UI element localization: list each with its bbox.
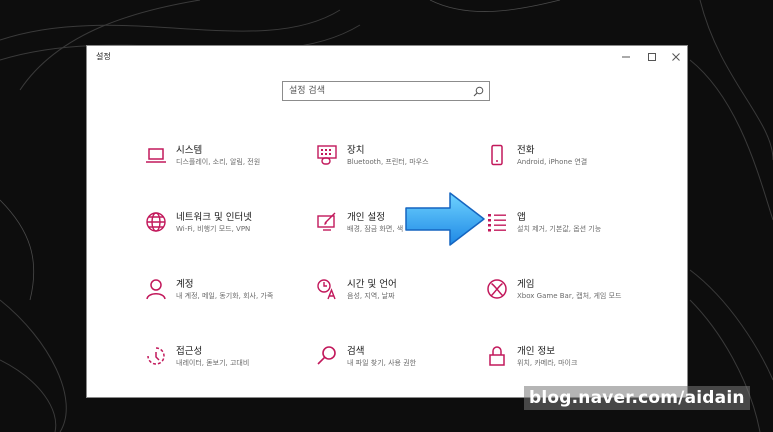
minimize-button[interactable] xyxy=(613,48,639,65)
tile-title: 시간 및 언어 xyxy=(347,279,397,290)
maximize-button[interactable] xyxy=(639,48,665,65)
search-magnifier-icon xyxy=(317,346,336,365)
tile-title: 전화 xyxy=(517,145,535,156)
tile-title: 시스템 xyxy=(176,145,203,156)
tile-accessibility[interactable]: 접근성 내레이터, 돋보기, 고대비 xyxy=(145,343,315,391)
tile-description: 위치, 카메라, 마이크 xyxy=(517,359,578,367)
tile-title: 개인 설정 xyxy=(347,212,385,223)
tile-search[interactable]: 검색 내 파일 찾기, 사용 권한 xyxy=(316,343,486,391)
watermark: blog.naver.com/aidain xyxy=(524,386,750,410)
tile-title: 검색 xyxy=(347,346,365,357)
tile-description: 디스플레이, 소리, 알림, 전원 xyxy=(176,158,261,166)
phone-icon xyxy=(491,144,503,166)
blue-arrow-icon xyxy=(405,192,485,246)
personalization-icon xyxy=(317,212,336,231)
tile-description: 설치 제거, 기본값, 옵션 기능 xyxy=(517,225,602,233)
tile-system[interactable]: 시스템 디스플레이, 소리, 알림, 전원 xyxy=(145,142,315,190)
search-icon xyxy=(473,86,484,97)
tile-accounts[interactable]: 계정 내 계정, 메일, 동기화, 회사, 가족 xyxy=(145,276,315,324)
minimize-icon xyxy=(622,56,630,57)
tile-title: 접근성 xyxy=(176,346,203,357)
xbox-icon xyxy=(487,279,507,299)
globe-icon xyxy=(146,212,166,232)
tile-description: Wi-Fi, 비행기 모드, VPN xyxy=(176,225,251,233)
tile-privacy[interactable]: 개인 정보 위치, 카메라, 마이크 xyxy=(486,343,656,391)
tile-description: Xbox Game Bar, 캡처, 게임 모드 xyxy=(517,292,622,300)
lock-icon xyxy=(489,346,505,366)
tile-gaming[interactable]: 게임 Xbox Game Bar, 캡처, 게임 모드 xyxy=(486,276,656,324)
search-box[interactable] xyxy=(282,81,490,101)
tile-description: 내 파일 찾기, 사용 권한 xyxy=(347,359,417,367)
tile-phone[interactable]: 전화 Android, iPhone 연결 xyxy=(486,142,656,190)
laptop-icon xyxy=(146,148,166,163)
tile-description: 내 계정, 메일, 동기화, 회사, 가족 xyxy=(176,292,274,300)
tile-description: 내레이터, 돋보기, 고대비 xyxy=(176,359,250,367)
close-icon xyxy=(672,52,680,61)
tile-title: 개인 정보 xyxy=(517,346,555,357)
tile-description: Bluetooth, 프린터, 마우스 xyxy=(347,158,429,166)
close-button[interactable] xyxy=(663,48,687,65)
title-bar: 설정 xyxy=(87,46,687,68)
maximize-icon xyxy=(648,52,656,61)
ease-of-access-icon xyxy=(147,347,165,365)
tile-apps[interactable]: 앱 설치 제거, 기본값, 옵션 기능 xyxy=(486,209,656,257)
tile-title: 네트워크 및 인터넷 xyxy=(176,212,252,223)
tile-title: 게임 xyxy=(517,279,535,290)
settings-window: 설정 시스템 디스플레이, 소리, 알림, 전원 장치 Bluetooth, 프 xyxy=(86,45,688,398)
tile-devices[interactable]: 장치 Bluetooth, 프린터, 마우스 xyxy=(316,142,486,190)
search-input[interactable] xyxy=(289,84,469,98)
tile-title: 장치 xyxy=(347,145,365,156)
tile-title: 계정 xyxy=(176,279,194,290)
tile-description: Android, iPhone 연결 xyxy=(517,158,588,166)
time-language-icon xyxy=(317,279,336,300)
tile-network[interactable]: 네트워크 및 인터넷 Wi-Fi, 비행기 모드, VPN xyxy=(145,209,315,257)
person-icon xyxy=(146,279,166,300)
tile-description: 음성, 지역, 날짜 xyxy=(347,292,395,300)
tile-time-language[interactable]: 시간 및 언어 음성, 지역, 날짜 xyxy=(316,276,486,324)
tile-title: 앱 xyxy=(517,212,526,223)
window-title: 설정 xyxy=(96,52,111,61)
apps-list-icon xyxy=(488,214,506,232)
keyboard-devices-icon xyxy=(317,145,337,165)
